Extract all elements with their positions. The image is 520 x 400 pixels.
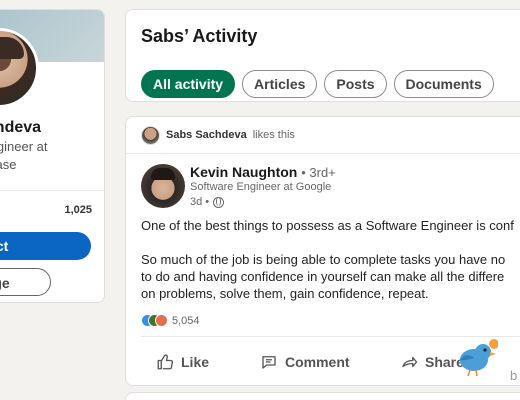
filter-articles[interactable]: Articles (242, 70, 318, 98)
profile-headline-line1: Engineer at (0, 139, 48, 154)
love-reaction-icon (155, 314, 168, 327)
bird-mascot-icon[interactable] (452, 338, 498, 378)
reaction-icons (141, 314, 168, 327)
post-body: One of the best things to possess as a S… (141, 217, 520, 302)
liker-avatar[interactable] (141, 125, 160, 145)
filter-documents[interactable]: Documents (393, 70, 494, 98)
post-meta: 3d • (190, 196, 225, 208)
filter-all-activity[interactable]: All activity (141, 70, 236, 98)
author-avatar[interactable] (141, 164, 185, 208)
author-name[interactable]: Kevin Naughton (190, 164, 297, 180)
mascot-label: b (510, 368, 518, 383)
connect-button[interactable]: nnect (0, 232, 91, 260)
reactions-summary[interactable]: 5,054 (141, 314, 200, 327)
divider (0, 190, 104, 191)
next-post-card (125, 392, 520, 400)
activity-title: Sabs’ Activity (141, 26, 258, 46)
post-text-line: on problems, solve them, gain confidence… (141, 286, 429, 301)
connections-count[interactable]: 1,025 (64, 204, 92, 216)
thumbs-up-icon (157, 354, 174, 370)
divider (126, 153, 520, 154)
post-time: 3d • (190, 196, 210, 208)
post-text-line: One of the best things to possess as a S… (141, 218, 514, 233)
activity-header-card: Sabs’ Activity All activity Articles Pos… (125, 9, 520, 102)
post-action-bar: Like Comment Share (146, 349, 474, 375)
globe-icon (213, 196, 225, 208)
liker-name[interactable]: Sabs Sachdeva (166, 129, 247, 141)
comment-button[interactable]: Comment (250, 349, 390, 375)
profile-headline-line2: nbase (0, 157, 17, 172)
liked-suffix: likes this (252, 129, 295, 141)
profile-name[interactable]: achdeva (0, 119, 41, 137)
divider (141, 336, 520, 337)
comment-icon (262, 356, 276, 369)
reaction-count[interactable]: 5,054 (172, 315, 200, 327)
profile-headline: Engineer at nbase (0, 138, 91, 174)
author-headline: Software Engineer at Google (190, 181, 332, 193)
post-text-line: So much of the job is being able to comp… (141, 252, 506, 267)
profile-card: achdeva Engineer at nbase 1,025 nnect ss… (0, 9, 105, 303)
activity-filter-tabs: All activity Articles Posts Documents (141, 70, 494, 98)
message-button-label: ssage (0, 275, 10, 291)
comment-button-label: Comment (285, 354, 350, 370)
message-button[interactable]: ssage (0, 268, 51, 296)
filter-posts[interactable]: Posts (324, 70, 387, 98)
author-degree: • 3rd+ (301, 165, 336, 180)
like-button-label: Like (181, 354, 210, 370)
post-text-line: to do and having confidence in yourself … (141, 269, 505, 284)
share-arrow-icon (402, 356, 418, 368)
liked-by-row: Sabs Sachdeva likes this (141, 125, 295, 145)
connect-button-label: nnect (0, 238, 9, 254)
author-name-row[interactable]: Kevin Naughton • 3rd+ (190, 164, 336, 180)
like-button[interactable]: Like (146, 349, 250, 375)
